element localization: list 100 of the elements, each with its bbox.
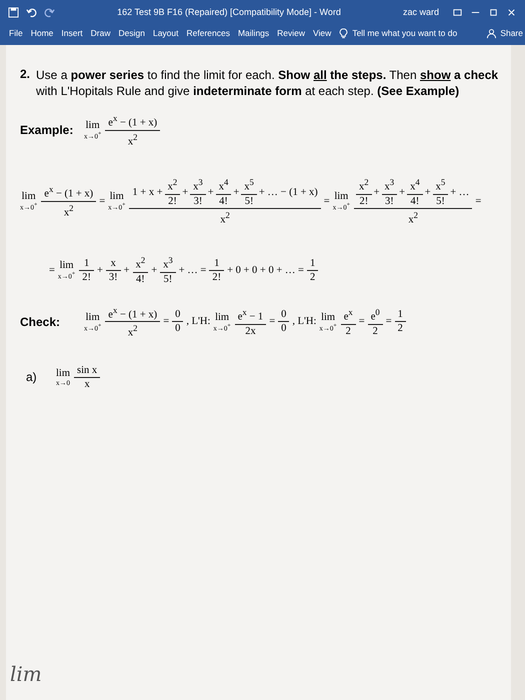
math-text: x$^{2}$ bbox=[126, 132, 139, 148]
math-text: e$^{x}$ − (1 + x) bbox=[43, 184, 94, 200]
math-text: x$^{2}$ bbox=[358, 177, 370, 193]
math-text: + … − (1 + x) bbox=[258, 186, 319, 198]
close-icon[interactable] bbox=[506, 6, 517, 18]
example-label: Example: bbox=[20, 123, 74, 138]
math-text: e$^{x}$ − 1 bbox=[236, 307, 264, 323]
ribbon-tab[interactable]: Layout bbox=[150, 26, 182, 40]
ribbon-tab[interactable]: File bbox=[6, 26, 26, 40]
limit-word: lim bbox=[60, 260, 74, 271]
limit-word: lim bbox=[86, 120, 100, 132]
math-text: + bbox=[150, 264, 158, 276]
math-text: x$^{2}$ bbox=[407, 210, 419, 226]
ribbon-tab[interactable]: Design bbox=[116, 26, 148, 40]
part-label: a) bbox=[26, 370, 38, 384]
ribbon-tab[interactable]: Mailings bbox=[234, 26, 272, 40]
ribbon-display-icon[interactable] bbox=[452, 6, 463, 18]
math-text: = bbox=[474, 196, 482, 207]
math-text: + bbox=[206, 186, 215, 198]
ribbon-tab[interactable]: Draw bbox=[88, 26, 114, 40]
math-text: x$^{4}$ bbox=[218, 177, 230, 193]
math-text: x$^{5}$ bbox=[243, 177, 255, 193]
math-text: 2 bbox=[308, 272, 316, 283]
person-icon bbox=[486, 28, 498, 38]
math-text: 0 bbox=[174, 323, 182, 334]
math-text: 2! bbox=[81, 272, 92, 283]
math-text: , L'H: bbox=[185, 316, 212, 328]
limit-word: lim bbox=[321, 312, 336, 323]
math-text: x bbox=[110, 258, 117, 269]
math-text: , L'H: bbox=[291, 316, 318, 328]
limit-word: lim bbox=[22, 191, 36, 202]
math-text: = bbox=[322, 196, 331, 207]
math-text: = bbox=[98, 196, 106, 207]
math-text: x bbox=[83, 378, 91, 390]
math-text: 1 bbox=[82, 258, 90, 269]
math-text: 2 bbox=[396, 323, 404, 334]
math-text: x$^{3}$ bbox=[192, 177, 204, 193]
problem-number: 2. bbox=[20, 67, 30, 83]
math-text: sin x bbox=[76, 364, 98, 376]
ribbon-tab[interactable]: Home bbox=[28, 26, 56, 40]
math-text: = bbox=[48, 264, 56, 276]
math-text: 5! bbox=[162, 274, 174, 285]
math-text: + … = bbox=[178, 264, 208, 276]
window-title: 162 Test 9B F16 (Repaired) [Compatibility Mode] - Word bbox=[116, 7, 342, 17]
math-text: x$^{5}$ bbox=[434, 177, 446, 193]
math-text: + bbox=[232, 186, 240, 198]
math-text: 2! bbox=[167, 196, 178, 207]
math-text: 0 bbox=[174, 309, 182, 320]
math-text: + … bbox=[449, 186, 470, 198]
math-text: e$^{x}$ − (1 + x) bbox=[107, 113, 158, 129]
math-text: x$^{2}$ bbox=[166, 177, 178, 193]
math-text: = bbox=[384, 316, 393, 328]
tell-me-field[interactable]: Tell me what you want to do bbox=[351, 27, 482, 39]
ribbon-tab[interactable]: Review bbox=[274, 26, 308, 40]
limit-word: lim bbox=[110, 191, 124, 202]
share-button[interactable]: Share bbox=[483, 26, 525, 40]
math-text: x$^{2}$ bbox=[126, 323, 139, 339]
math-text: 5! bbox=[435, 196, 446, 207]
check-label: Check: bbox=[20, 314, 62, 329]
limit-word: lim bbox=[56, 368, 70, 379]
math-text: + bbox=[96, 264, 104, 276]
ribbon-tab[interactable]: References bbox=[184, 26, 233, 40]
limit-word: lim bbox=[215, 312, 230, 323]
undo-icon[interactable] bbox=[26, 6, 37, 18]
redo-icon[interactable] bbox=[44, 6, 55, 18]
ribbon-tab[interactable]: View bbox=[310, 26, 334, 40]
math-text: + bbox=[372, 186, 381, 198]
math-text: x$^{3}$ bbox=[162, 255, 174, 271]
math-text: = bbox=[162, 316, 170, 328]
math-text: 2 bbox=[344, 326, 352, 337]
math-text: 4! bbox=[218, 196, 229, 207]
ribbon-tab[interactable]: Insert bbox=[58, 26, 86, 40]
math-text: 2! bbox=[358, 196, 370, 207]
restore-icon[interactable] bbox=[488, 6, 499, 18]
math-text: 3! bbox=[108, 272, 119, 283]
math-text: e$^{0}$ bbox=[370, 307, 381, 323]
math-text: x$^{2}$ bbox=[62, 202, 75, 218]
math-text: 0 bbox=[280, 309, 288, 320]
save-icon[interactable] bbox=[8, 6, 19, 18]
lightbulb-icon bbox=[338, 28, 350, 38]
math-text: 2 bbox=[372, 326, 379, 337]
math-text: 4! bbox=[135, 274, 146, 285]
math-text: e$^{x}$ − (1 + x) bbox=[107, 304, 158, 320]
math-text: + 0 + 0 + 0 + … = bbox=[226, 264, 305, 276]
math-text: 2! bbox=[211, 272, 222, 283]
math-text: + bbox=[181, 186, 190, 198]
math-text: 5! bbox=[244, 196, 254, 207]
math-text: + bbox=[424, 186, 432, 198]
math-text: x$^{4}$ bbox=[409, 177, 421, 193]
math-text: 1 bbox=[396, 309, 404, 320]
math-text: 1 bbox=[308, 258, 316, 269]
math-text: 2x bbox=[244, 326, 257, 337]
math-text: 1 + x + bbox=[131, 186, 164, 198]
math-text: x$^{2}$ bbox=[219, 210, 231, 226]
math-text: + bbox=[122, 264, 131, 276]
math-text: x$^{2}$ bbox=[134, 255, 146, 271]
user-name[interactable]: zac ward bbox=[402, 7, 439, 17]
limit-word: lim bbox=[86, 312, 100, 323]
math-text: = bbox=[358, 316, 366, 328]
math-text: x$^{3}$ bbox=[384, 177, 396, 193]
